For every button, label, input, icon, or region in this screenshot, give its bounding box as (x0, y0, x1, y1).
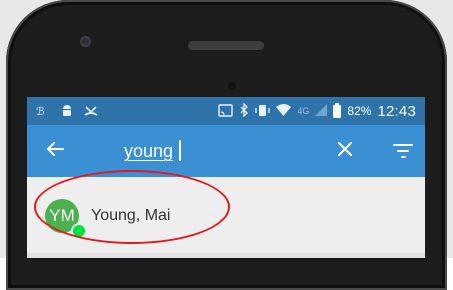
missed-call-icon (84, 103, 98, 119)
status-time: 12:43 (377, 102, 416, 120)
android-icon (60, 103, 74, 119)
filter-icon-line-3 (401, 156, 406, 158)
phone-frame: ℬ 4G 82% 12:43 young YM Young, Mai (0, 0, 453, 290)
filter-icon (393, 144, 413, 146)
vibrate-icon (255, 104, 271, 119)
contact-row-young-mai[interactable]: YM Young, Mai (27, 177, 425, 245)
earpiece-speaker (188, 41, 264, 50)
signal-booster-icon: ℬ (36, 104, 50, 119)
arrow-back-icon (46, 142, 64, 156)
svg-text:ℬ: ℬ (36, 106, 45, 117)
network-type-label: 4G (297, 106, 310, 116)
front-camera (80, 36, 91, 47)
back-button[interactable] (43, 139, 67, 163)
battery-icon (333, 102, 342, 118)
search-app-bar: young (27, 125, 425, 177)
next-list-row (27, 253, 425, 258)
bluetooth-icon (239, 102, 249, 119)
filter-icon-line-2 (397, 150, 409, 152)
clear-search-button[interactable] (333, 138, 357, 164)
cell-signal-icon (315, 104, 328, 118)
search-results-list: YM Young, Mai (27, 177, 425, 258)
close-icon (338, 142, 352, 156)
filter-button[interactable] (393, 143, 413, 159)
proximity-sensor (228, 82, 236, 90)
status-bar: ℬ 4G 82% 12:43 (27, 97, 425, 125)
presence-online-indicator (71, 223, 87, 239)
wifi-icon (276, 104, 292, 118)
battery-percent: 82% (347, 104, 372, 118)
cast-icon (218, 103, 234, 119)
text-cursor (179, 140, 181, 161)
screen: ℬ 4G 82% 12:43 young YM Young, Mai (27, 97, 425, 258)
search-query-text[interactable]: young (124, 140, 173, 162)
contact-name: Young, Mai (91, 207, 171, 224)
